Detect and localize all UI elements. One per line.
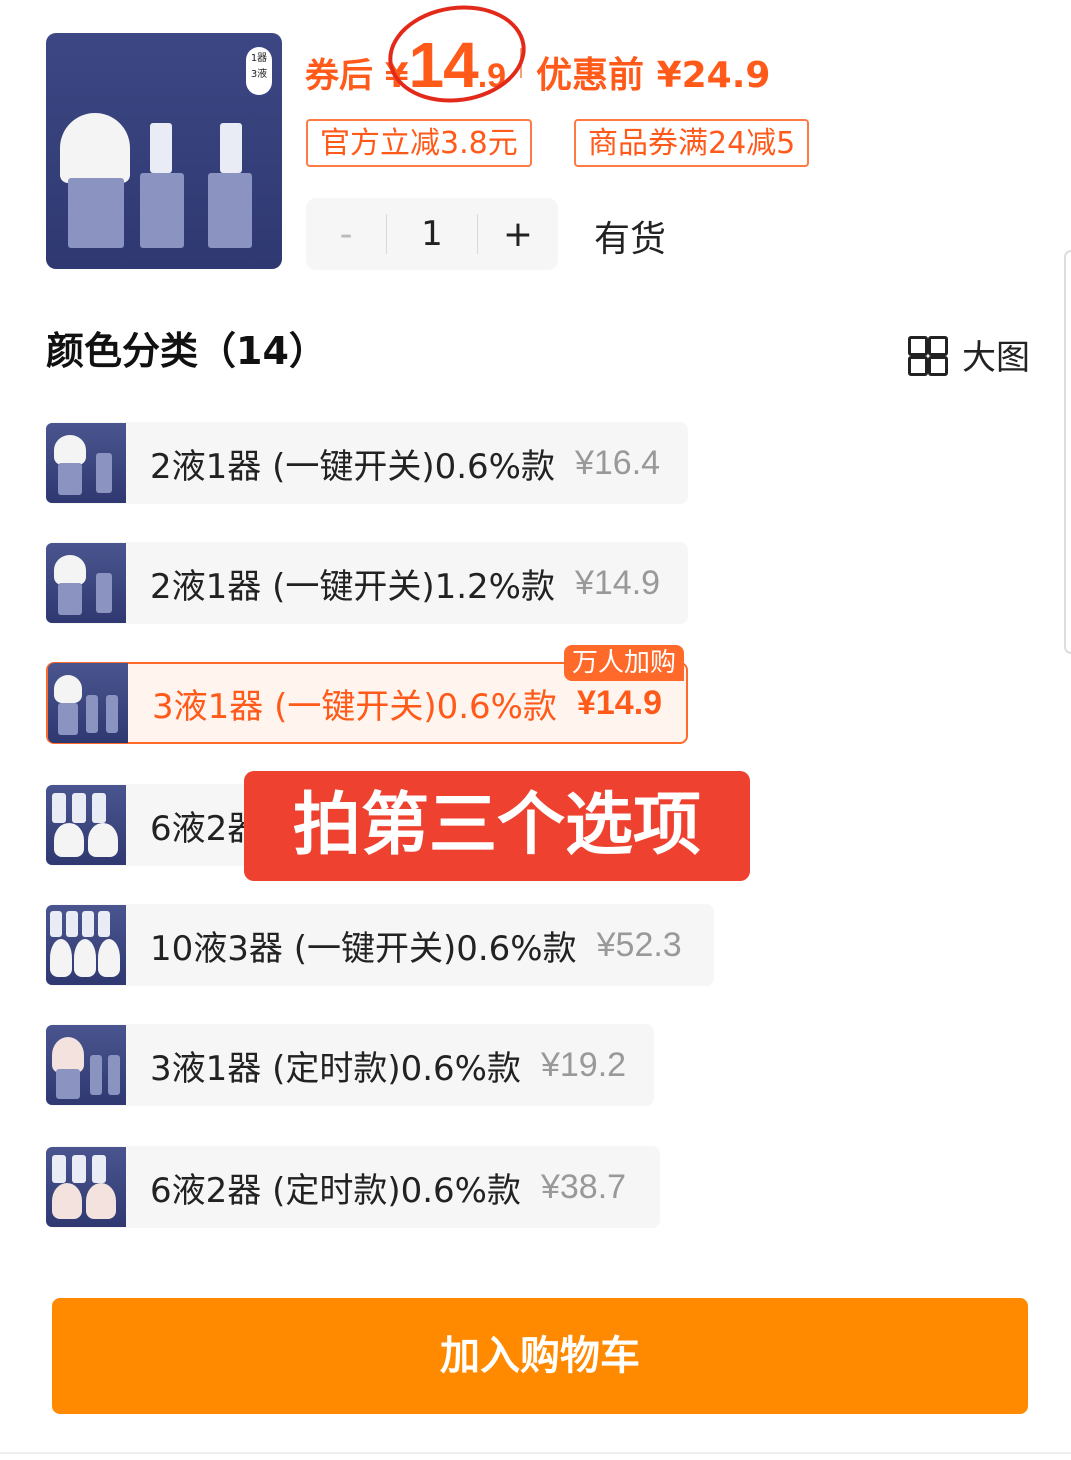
option-item[interactable]: 2液1器 (一键开关)0.6%款 ¥16.4	[46, 422, 688, 504]
option-label: 3液1器 (定时款)0.6%款	[150, 1048, 521, 1089]
quantity-stepper: - 1 +	[306, 198, 558, 270]
option-label: 6液2器 (定时款)0.6%款	[150, 1170, 521, 1211]
heater-graphic	[60, 113, 130, 183]
option-label: 3液1器 (一键开关)0.6%款	[152, 686, 557, 727]
option-thumbnail	[46, 543, 126, 623]
option-price: ¥19.2	[540, 1045, 627, 1084]
option-thumbnail	[46, 1147, 126, 1227]
increment-button[interactable]: +	[478, 214, 558, 255]
option-item[interactable]: 2液1器 (一键开关)1.2%款 ¥14.9	[46, 542, 688, 624]
option-item[interactable]: 6液2器 (定时款)0.6%款 ¥38.7	[46, 1146, 660, 1228]
option-price: ¥14.9	[574, 563, 661, 602]
big-image-toggle[interactable]: 大图	[908, 330, 1030, 379]
option-price: ¥16.4	[574, 443, 661, 482]
product-image[interactable]: 1器 3液	[46, 33, 282, 269]
big-image-label: 大图	[962, 338, 1030, 378]
badge-line-2: 3液	[250, 69, 268, 80]
bottle-cap-graphic	[150, 123, 172, 173]
original-price: 优惠前 ¥24.9	[536, 55, 771, 96]
option-thumbnail	[46, 905, 126, 985]
option-item[interactable]: 10液3器 (一键开关)0.6%款 ¥52.3	[46, 904, 714, 986]
bottle-graphic	[140, 173, 184, 248]
option-label: 2液1器 (一键开关)1.2%款	[150, 566, 555, 607]
badge-line-1: 1器	[250, 53, 268, 64]
add-to-cart-button[interactable]: 加入购物车	[52, 1298, 1028, 1414]
option-item[interactable]: 3液1器 (定时款)0.6%款 ¥19.2	[46, 1024, 654, 1106]
option-label: 2液1器 (一键开关)0.6%款	[150, 446, 555, 487]
option-thumbnail	[46, 1025, 126, 1105]
bottle-cap-graphic	[220, 123, 242, 173]
bottle-graphic	[208, 173, 252, 248]
option-thumbnail	[48, 663, 128, 743]
bottom-divider	[0, 1452, 1071, 1454]
option-price: ¥38.7	[540, 1167, 627, 1206]
popular-tag: 万人加购	[564, 645, 685, 681]
grid-icon	[908, 335, 948, 376]
option-thumbnail	[46, 785, 126, 865]
decrement-button[interactable]: -	[306, 214, 386, 255]
section-title: 颜色分类（14）	[46, 329, 327, 373]
coupon-official-discount[interactable]: 官方立减3.8元	[306, 119, 532, 167]
stock-status: 有货	[594, 219, 667, 260]
option-label: 10液3器 (一键开关)0.6%款	[150, 928, 577, 969]
quantity-value[interactable]: 1	[387, 214, 477, 254]
price-row: 券后 ¥ 14 .9 优惠前 ¥24.9	[305, 28, 771, 101]
option-thumbnail	[46, 423, 126, 503]
option-price: ¥14.9	[576, 683, 663, 722]
scroll-edge	[1064, 250, 1071, 654]
bottle-graphic	[68, 178, 124, 248]
option-price: ¥52.3	[596, 925, 682, 964]
coupon-store[interactable]: 商品券满24减5	[574, 119, 810, 167]
spec-badge: 1器 3液	[246, 47, 272, 95]
instruction-overlay: 拍第三个选项	[244, 771, 750, 881]
